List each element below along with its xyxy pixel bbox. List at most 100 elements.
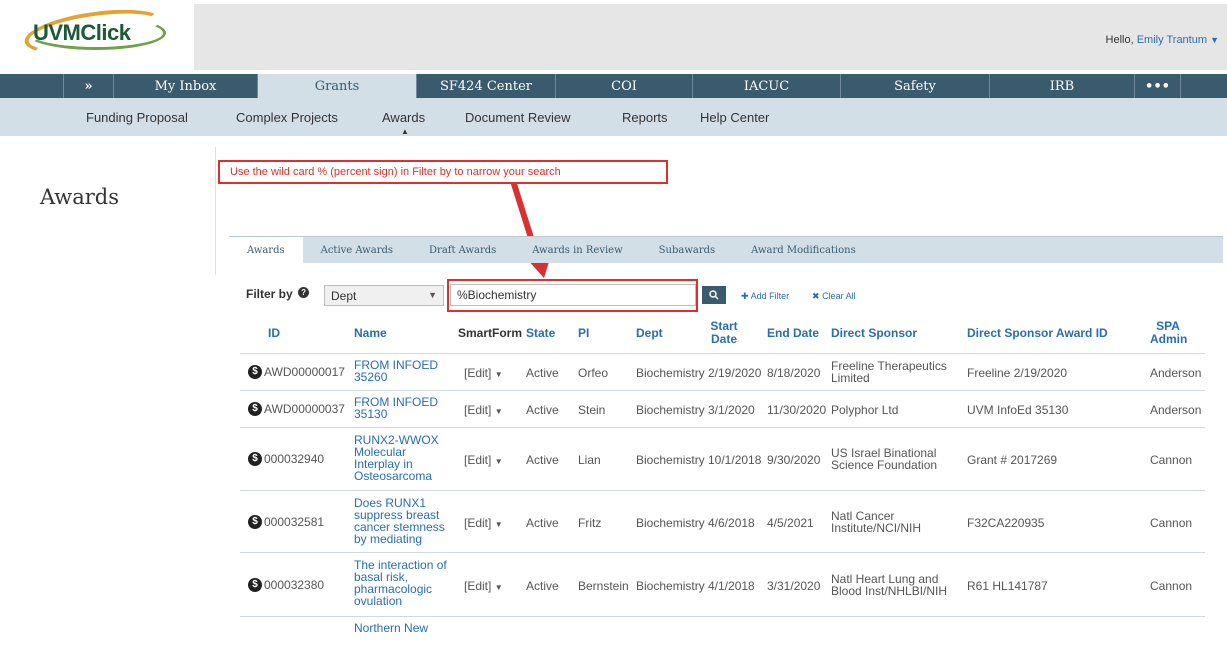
filter-search-input[interactable]: %Biochemistry — [450, 284, 696, 306]
end-date: 11/30/2020 — [767, 403, 827, 417]
hello-label: Hello, — [1105, 34, 1134, 46]
nav-grants[interactable]: Grants — [258, 74, 417, 98]
nav-edge — [0, 74, 64, 98]
sponsor-line: Blood Inst/NHLBI/NIH — [831, 584, 948, 598]
nav-iacuc[interactable]: IACUC — [693, 74, 841, 98]
filter-field-value: Dept — [331, 289, 357, 303]
plus-icon: ✚ — [741, 291, 749, 301]
subnav-funding-proposal[interactable]: Funding Proposal — [86, 110, 188, 125]
top-header: UVMClick Hello, Emily Trantum ▼ — [0, 0, 1227, 74]
edit-label: [Edit] — [464, 579, 492, 593]
award-name-line: 35260 — [354, 370, 388, 384]
row-id: $ AWD00000037 — [248, 402, 345, 416]
tab-awards[interactable]: Awards — [229, 237, 303, 263]
edit-menu[interactable]: [Edit] ▼ — [464, 367, 503, 381]
left-sidebar — [33, 147, 216, 275]
award-id: 000032380 — [264, 578, 325, 592]
dept: Biochemistry — [636, 453, 705, 467]
user-menu[interactable]: Hello, Emily Trantum ▼ — [1106, 34, 1219, 46]
end-date: 4/5/2021 — [767, 516, 814, 530]
edit-menu[interactable]: [Edit] ▼ — [464, 580, 503, 594]
user-name-link[interactable]: Emily Trantum — [1137, 34, 1207, 46]
col-spa-admin[interactable]: SPA Admin — [1150, 320, 1187, 346]
start-date: 4/6/2018 — [708, 516, 755, 530]
sponsor-line: Polyphor Ltd — [831, 403, 899, 417]
clear-all-link[interactable]: ✖ Clear All — [812, 291, 856, 302]
subnav-document-review[interactable]: Document Review — [465, 110, 571, 125]
award-name-link[interactable]: RUNX2-WWOX Molecular Interplay in Osteos… — [354, 434, 439, 482]
start-date: 4/1/2018 — [708, 579, 755, 593]
expand-nav-icon[interactable]: » — [64, 74, 114, 98]
chevron-down-icon: ▼ — [494, 370, 503, 379]
direct-sponsor: Freeline Therapeutics Limited — [831, 360, 947, 384]
sponsor-line: Science Foundation — [831, 458, 938, 472]
more-icon[interactable]: ••• — [1135, 74, 1181, 98]
table-row: $ AWD00000037 FROM INFOED 35130 [Edit] ▼ … — [240, 391, 1205, 428]
subnav-reports[interactable]: Reports — [622, 110, 668, 125]
award-name-link[interactable]: FROM INFOED 35260 — [354, 359, 438, 383]
table-header: ID Name SmartForm State PI Dept Start Da… — [240, 316, 1205, 354]
state: Active — [526, 516, 559, 530]
tab-award-modifications[interactable]: Award Modifications — [733, 237, 874, 263]
logo[interactable]: UVMClick — [33, 20, 131, 46]
add-filter-link[interactable]: ✚ Add Filter — [741, 291, 789, 302]
subnav-complex-projects[interactable]: Complex Projects — [236, 110, 338, 125]
subnav-awards[interactable]: Awards — [382, 110, 425, 125]
tab-subawards[interactable]: Subawards — [641, 237, 734, 263]
filter-by-label: Filter by ? — [246, 287, 310, 301]
award-name-link[interactable]: The interaction of basal risk, pharmacol… — [354, 559, 447, 607]
dollar-icon: $ — [248, 515, 262, 529]
edit-menu[interactable]: [Edit] ▼ — [464, 517, 503, 531]
tab-active-awards[interactable]: Active Awards — [303, 237, 411, 263]
row-id: $000032581 — [248, 515, 324, 529]
tab-draft-awards[interactable]: Draft Awards — [411, 237, 514, 263]
start-date: 3/1/2020 — [708, 403, 755, 417]
col-start-date[interactable]: Start Date — [708, 320, 740, 346]
sponsor-line: Institute/NCI/NIH — [831, 521, 922, 535]
award-name-line: Osteosarcoma — [354, 469, 433, 483]
help-icon[interactable]: ? — [298, 287, 310, 298]
nav-my-inbox[interactable]: My Inbox — [114, 74, 258, 98]
chevron-down-icon[interactable]: ▼ — [1210, 35, 1219, 45]
subnav-help-center[interactable]: Help Center — [700, 110, 769, 125]
col-state[interactable]: State — [526, 327, 555, 340]
table-row: Northern New — [240, 617, 1205, 637]
nav-coi[interactable]: COI — [556, 74, 693, 98]
filter-field-select[interactable]: Dept ▼ — [324, 285, 444, 306]
col-end-date[interactable]: End Date — [767, 327, 819, 340]
add-filter-label: Add Filter — [750, 291, 790, 301]
chevron-down-icon: ▼ — [494, 407, 503, 416]
start-date: 10/1/2018 — [708, 453, 762, 467]
award-name-link[interactable]: FROM INFOED 35130 — [354, 396, 438, 420]
edit-menu[interactable]: [Edit] ▼ — [464, 404, 503, 418]
col-sponsor-award-id[interactable]: Direct Sponsor Award ID — [967, 327, 1108, 340]
sponsor-award-id: Grant # 2017269 — [967, 453, 1058, 467]
state: Active — [526, 453, 559, 467]
award-name-link[interactable]: Does RUNX1 suppress breast cancer stemne… — [354, 497, 445, 545]
nav-safety[interactable]: Safety — [841, 74, 990, 98]
dept: Biochemistry — [636, 516, 705, 530]
col-dept[interactable]: Dept — [636, 327, 663, 340]
spa-admin: Anderson — [1150, 366, 1202, 380]
header-band: Hello, Emily Trantum ▼ — [194, 4, 1227, 70]
award-id: AWD00000017 — [264, 365, 345, 379]
nav-sf424-center[interactable]: SF424 Center — [417, 74, 556, 98]
pi: Bernstein — [578, 579, 629, 593]
edit-menu[interactable]: [Edit] ▼ — [464, 454, 503, 468]
col-pi[interactable]: PI — [578, 327, 589, 340]
award-id: 000032581 — [264, 515, 325, 529]
direct-sponsor: US Israel Binational Science Foundation — [831, 447, 937, 471]
nav-irb[interactable]: IRB — [990, 74, 1135, 98]
col-name[interactable]: Name — [354, 327, 387, 340]
search-button[interactable] — [702, 286, 726, 304]
edit-label: [Edit] — [464, 403, 492, 417]
sponsor-award-id: UVM InfoEd 35130 — [967, 403, 1069, 417]
page-title: Awards — [40, 185, 119, 209]
chevron-down-icon: ▼ — [494, 457, 503, 466]
award-name-link[interactable]: Northern New — [354, 622, 428, 634]
col-id[interactable]: ID — [268, 327, 280, 340]
table-row: $ AWD00000017 FROM INFOED 35260 [Edit] ▼ … — [240, 354, 1205, 391]
col-direct-sponsor[interactable]: Direct Sponsor — [831, 327, 917, 340]
dollar-icon: $ — [248, 578, 262, 592]
tab-awards-in-review[interactable]: Awards in Review — [514, 237, 640, 263]
